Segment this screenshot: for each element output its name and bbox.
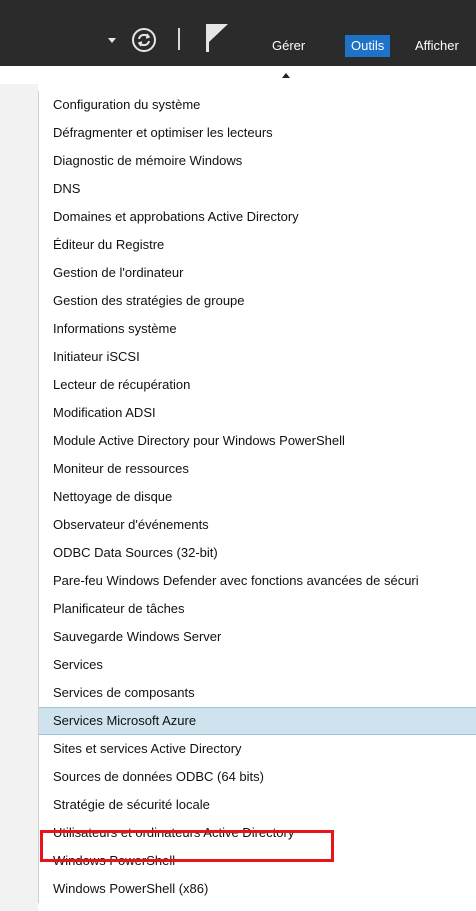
menu-item[interactable]: Sauvegarde Windows Server	[39, 623, 476, 651]
menu-item[interactable]: Domaines et approbations Active Director…	[39, 203, 476, 231]
menu-item[interactable]: Pare-feu Windows Defender avec fonctions…	[39, 567, 476, 595]
menu-pointer-bar	[0, 66, 476, 84]
menu-item[interactable]: Planificateur de tâches	[39, 595, 476, 623]
menu-outils[interactable]: Outils	[345, 35, 391, 57]
menu-item[interactable]: Services	[39, 651, 476, 679]
menu-item[interactable]: Gestion de l'ordinateur	[39, 259, 476, 287]
menu-item[interactable]: Informations système	[39, 315, 476, 343]
dropdown-arrow-icon[interactable]	[108, 38, 116, 43]
tools-dropdown-menu: Configuration du système Défragmenter et…	[38, 91, 476, 903]
menu-afficher[interactable]: Afficher	[409, 35, 465, 57]
menu-item[interactable]: Diagnostic de mémoire Windows	[39, 147, 476, 175]
menu-item-ad-users-computers[interactable]: Utilisateurs et ordinateurs Active Direc…	[39, 819, 476, 847]
menu-pointer-icon	[282, 73, 290, 78]
menu-gerer[interactable]: Gérer	[266, 35, 311, 57]
menu-item[interactable]: Modification ADSI	[39, 399, 476, 427]
menu-item[interactable]: Windows PowerShell	[39, 847, 476, 875]
toolbar-separator	[178, 28, 180, 50]
menu-item[interactable]: Gestion des stratégies de groupe	[39, 287, 476, 315]
menu-item[interactable]: Windows PowerShell (x86)	[39, 875, 476, 903]
menu-item[interactable]: Défragmenter et optimiser les lecteurs	[39, 119, 476, 147]
menu-item[interactable]: Sources de données ODBC (64 bits)	[39, 763, 476, 791]
server-manager-toolbar: Gérer Outils Afficher	[0, 0, 476, 66]
menu-item[interactable]: Observateur d'événements	[39, 511, 476, 539]
menu-item[interactable]: Sites et services Active Directory	[39, 735, 476, 763]
menu-item[interactable]: Lecteur de récupération	[39, 371, 476, 399]
menu-item-highlighted[interactable]: Services Microsoft Azure	[39, 707, 476, 735]
menu-item[interactable]: Module Active Directory pour Windows Pow…	[39, 427, 476, 455]
menu-item[interactable]: ODBC Data Sources (32-bit)	[39, 539, 476, 567]
menu-item[interactable]: Services de composants	[39, 679, 476, 707]
menu-item[interactable]: Initiateur iSCSI	[39, 343, 476, 371]
refresh-icon[interactable]	[130, 26, 158, 54]
left-background-strip	[0, 84, 38, 911]
menu-item[interactable]: Configuration du système	[39, 91, 476, 119]
menu-item[interactable]: DNS	[39, 175, 476, 203]
menu-item[interactable]: Stratégie de sécurité locale	[39, 791, 476, 819]
menu-item[interactable]: Éditeur du Registre	[39, 231, 476, 259]
menu-item[interactable]: Moniteur de ressources	[39, 455, 476, 483]
notifications-flag-icon[interactable]	[204, 22, 230, 54]
menu-item[interactable]: Nettoyage de disque	[39, 483, 476, 511]
